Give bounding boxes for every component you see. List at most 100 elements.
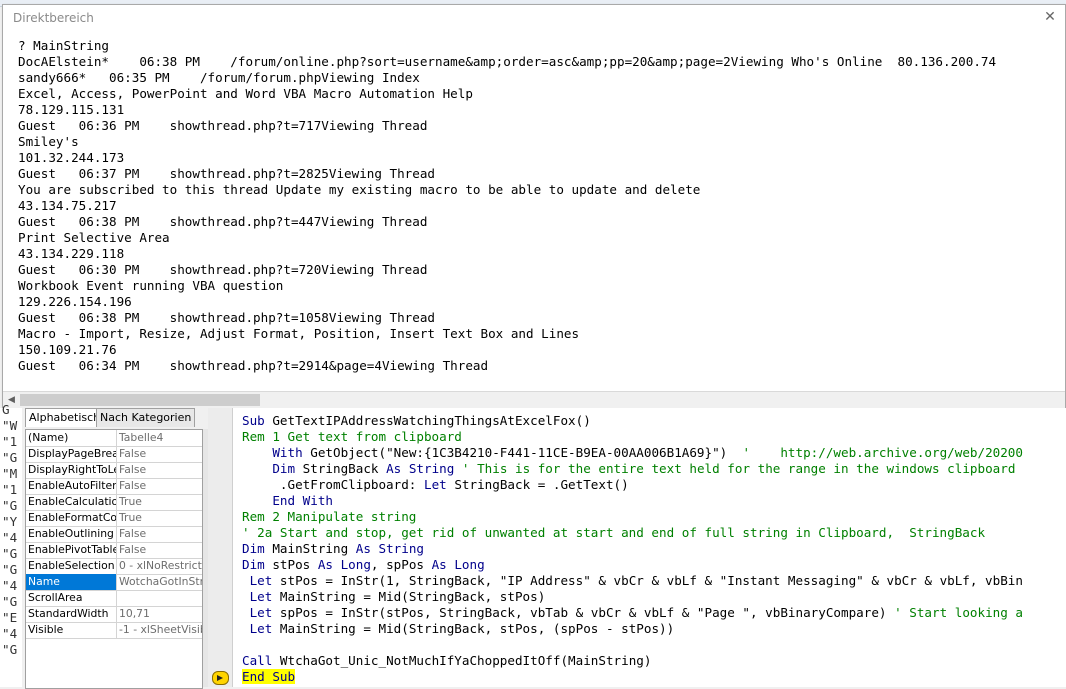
- property-row[interactable]: EnableAutoFilter False: [26, 478, 202, 495]
- immediate-titlebar[interactable]: Direktbereich ✕: [3, 5, 1065, 33]
- code-line[interactable]: Let stPos = InStr(1, StringBack, "IP Add…: [242, 573, 1023, 589]
- immediate-output-line: Guest 06:36 PM showthread.php?t=717Viewi…: [18, 118, 428, 133]
- sheet-cell-fragment: "4: [2, 626, 18, 641]
- property-value[interactable]: 0 - xlNoRestrictio: [117, 558, 202, 574]
- code-token: With: [242, 445, 311, 460]
- code-line[interactable]: End With: [242, 493, 333, 509]
- property-row[interactable]: Visible -1 - xlSheetVisib: [26, 622, 202, 639]
- sheet-cell-fragment: "M: [2, 466, 18, 481]
- code-token: Dim: [242, 461, 303, 476]
- property-value[interactable]: 10,71: [117, 606, 202, 622]
- tab-nach-kategorien[interactable]: Nach Kategorien: [96, 408, 196, 427]
- code-line[interactable]: Call WtchaGot_Unic_NotMuchIfYaChoppedItO…: [242, 653, 651, 669]
- code-line[interactable]: Dim stPos As Long, spPos As Long: [242, 557, 485, 573]
- immediate-output-line: Smiley's: [18, 134, 79, 149]
- property-row[interactable]: StandardWidth 10,71: [26, 606, 202, 623]
- properties-grid[interactable]: (Name) Tabelle4 DisplayPageBreak False Displ…: [25, 429, 203, 689]
- code-line[interactable]: Dim MainString As String: [242, 541, 424, 557]
- property-row[interactable]: EnableCalculation True: [26, 494, 202, 511]
- property-name: EnableAutoFilter: [28, 478, 117, 494]
- property-name: EnableCalculation: [28, 494, 117, 510]
- immediate-output[interactable]: ? MainString DocAElstein* 06:38 PM /forum…: [3, 33, 1065, 393]
- sheet-cell-fragment: G: [2, 402, 10, 417]
- code-line[interactable]: Rem 1 Get text from clipboard: [242, 429, 462, 445]
- immediate-output-line: Print Selective Area: [18, 230, 170, 245]
- code-margin[interactable]: [208, 408, 233, 687]
- property-value[interactable]: False: [117, 478, 202, 494]
- close-icon[interactable]: ✕: [1041, 8, 1059, 26]
- code-token: ' http://web.archive.org/web/20200: [742, 445, 1023, 460]
- code-token: End Sub: [242, 669, 296, 684]
- property-row[interactable]: ScrollArea: [26, 590, 202, 607]
- property-name: EnableSelection: [26, 558, 117, 574]
- code-token: End With: [242, 493, 333, 508]
- sheet-cell-fragment: "1: [2, 434, 18, 449]
- property-value[interactable]: True: [117, 510, 202, 526]
- code-line[interactable]: Dim StringBack As String ' This is for t…: [242, 461, 1015, 477]
- scroll-thumb[interactable]: [20, 394, 260, 406]
- code-token: Let: [242, 589, 280, 604]
- property-row[interactable]: DisplayRightToLef False: [26, 462, 202, 479]
- property-value[interactable]: False: [117, 542, 202, 558]
- property-row[interactable]: EnablePivotTable False: [26, 542, 202, 559]
- code-line[interactable]: ' 2a Start and stop, get rid of unwanted…: [242, 525, 985, 541]
- code-token: WtchaGot_Unic_NotMuchIfYaChoppedItOff(Ma…: [279, 653, 652, 668]
- property-value[interactable]: False: [117, 446, 202, 462]
- immediate-output-line: Guest 06:30 PM showthread.php?t=720Viewi…: [18, 262, 428, 277]
- property-name: StandardWidth: [26, 606, 117, 622]
- property-name: DisplayPageBreak: [28, 446, 117, 462]
- property-value[interactable]: False: [117, 462, 202, 478]
- code-token: As Long: [317, 557, 371, 572]
- sheet-cell-fragment: "G: [2, 450, 18, 465]
- code-token: GetObject("New:{1C3B4210-F441-11CE-B9EA-…: [310, 445, 743, 460]
- code-token: ' Start looking a: [894, 605, 1023, 620]
- property-name: (Name): [26, 430, 117, 446]
- property-name: DisplayRightToLef: [28, 462, 117, 478]
- tab-alphabetisch[interactable]: Alphabetisch: [25, 408, 105, 427]
- property-value[interactable]: Tabelle4: [117, 430, 202, 446]
- code-token: Sub: [242, 413, 273, 428]
- code-token: ' 2a Start and stop, get rid of unwanted…: [242, 525, 986, 540]
- immediate-output-line: 101.32.244.173: [18, 150, 125, 165]
- code-token: Let: [242, 621, 280, 636]
- code-line[interactable]: With GetObject("New:{1C3B4210-F441-11CE-…: [242, 445, 1023, 461]
- code-token: Rem 1 Get text from clipboard: [242, 429, 462, 444]
- immediate-horizontal-scrollbar[interactable]: ◀: [3, 391, 1065, 409]
- code-line[interactable]: Rem 2 Manipulate string: [242, 509, 416, 525]
- immediate-output-line: Guest 06:37 PM showthread.php?t=2825View…: [18, 166, 436, 181]
- code-token: Let: [242, 605, 280, 620]
- code-token: Rem 2 Manipulate string: [242, 509, 417, 524]
- property-value[interactable]: -1 - xlSheetVisib: [117, 622, 202, 638]
- code-line[interactable]: Sub GetTextIPAddressWatchingThingsAtExce…: [242, 413, 591, 429]
- immediate-output-line: 129.226.154.196: [18, 294, 132, 309]
- property-row[interactable]: (Name) Tabelle4: [26, 430, 202, 447]
- code-line[interactable]: .GetFromClipboard: Let StringBack = .Get…: [242, 477, 629, 493]
- sheet-cell-fragment: "G: [2, 562, 18, 577]
- property-value[interactable]: True: [117, 494, 202, 510]
- immediate-output-line: 43.134.75.217: [18, 198, 117, 213]
- property-value[interactable]: WotchaGotInStr: [117, 574, 202, 590]
- property-value[interactable]: False: [117, 526, 202, 542]
- sheet-cell-fragment: "E: [2, 610, 18, 625]
- sheet-cell-fragment: "G: [2, 546, 18, 561]
- sheet-cell-fragment: "W: [2, 418, 18, 433]
- execution-pointer-icon: [212, 671, 229, 685]
- sheet-cell-fragment: "4: [2, 530, 18, 545]
- property-row[interactable]: EnableOutlining False: [26, 526, 202, 543]
- property-name: Visible: [26, 622, 117, 638]
- code-line[interactable]: Let MainString = Mid(StringBack, stPos): [242, 589, 546, 605]
- properties-window[interactable]: Alphabetisch Nach Kategorien (Name) Tabel…: [22, 408, 208, 689]
- property-value[interactable]: [117, 590, 202, 606]
- code-token: , spPos: [370, 557, 432, 572]
- property-row[interactable]: EnableSelection 0 - xlNoRestrictio: [26, 558, 202, 575]
- property-row[interactable]: Name WotchaGotInStr: [26, 574, 202, 591]
- property-row[interactable]: DisplayPageBreak False: [26, 446, 202, 463]
- code-line[interactable]: End Sub: [242, 669, 296, 685]
- property-row[interactable]: EnableFormatCon True: [26, 510, 202, 527]
- code-window[interactable]: Sub GetTextIPAddressWatchingThingsAtExce…: [208, 408, 1066, 687]
- immediate-output-line: 78.129.115.131: [18, 102, 125, 117]
- code-line[interactable]: Let spPos = InStr(stPos, StringBack, vbT…: [242, 605, 1023, 621]
- immediate-window[interactable]: Direktbereich ✕ ? MainString DocAElstein*…: [2, 4, 1066, 410]
- property-name: Name: [26, 574, 117, 590]
- code-line[interactable]: Let MainString = Mid(StringBack, stPos, …: [242, 621, 675, 637]
